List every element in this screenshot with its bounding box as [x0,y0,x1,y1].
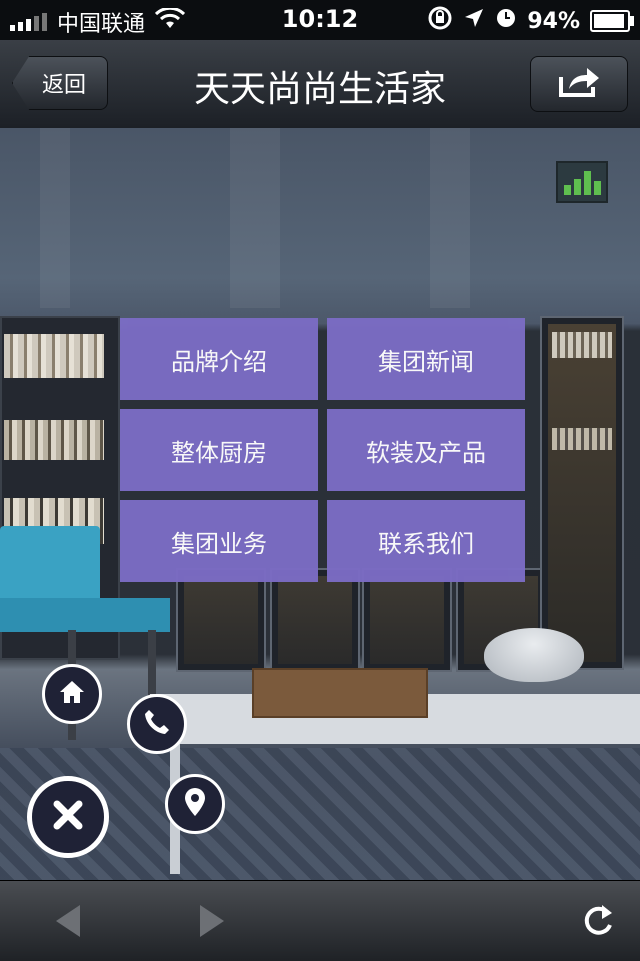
menu-soft-furnishings[interactable]: 软装及产品 [327,409,525,491]
map-pin-icon [184,787,206,821]
menu-brand-intro[interactable]: 品牌介绍 [120,318,318,400]
navigation-bar: 返回 天天尚尚生活家 [0,40,640,129]
menu-group-news[interactable]: 集团新闻 [327,318,525,400]
battery-percent: 94% [527,8,580,34]
home-icon [58,679,86,709]
status-right: 94% [427,5,634,37]
close-menu-button[interactable] [27,776,109,858]
phone-button[interactable] [127,694,187,754]
rotation-lock-icon [427,5,453,37]
menu-contact-us[interactable]: 联系我们 [327,500,525,582]
forward-arrow-icon[interactable] [200,905,224,937]
battery-icon [590,10,634,32]
close-icon [51,798,85,836]
menu-group-business[interactable]: 集团业务 [120,500,318,582]
menu-whole-kitchen[interactable]: 整体厨房 [120,409,318,491]
location-button[interactable] [165,774,225,834]
statistics-icon[interactable] [556,161,608,203]
home-button[interactable] [42,664,102,724]
phone-icon [143,708,171,740]
back-arrow-icon[interactable] [56,905,80,937]
reload-icon[interactable] [578,901,618,945]
share-button[interactable] [530,56,628,112]
alarm-icon [495,7,517,35]
share-icon [557,65,601,103]
background-photo [0,128,640,880]
browser-toolbar [0,880,640,961]
location-arrow-icon [463,7,485,35]
status-bar: 中国联通 10:12 94% [0,0,640,40]
